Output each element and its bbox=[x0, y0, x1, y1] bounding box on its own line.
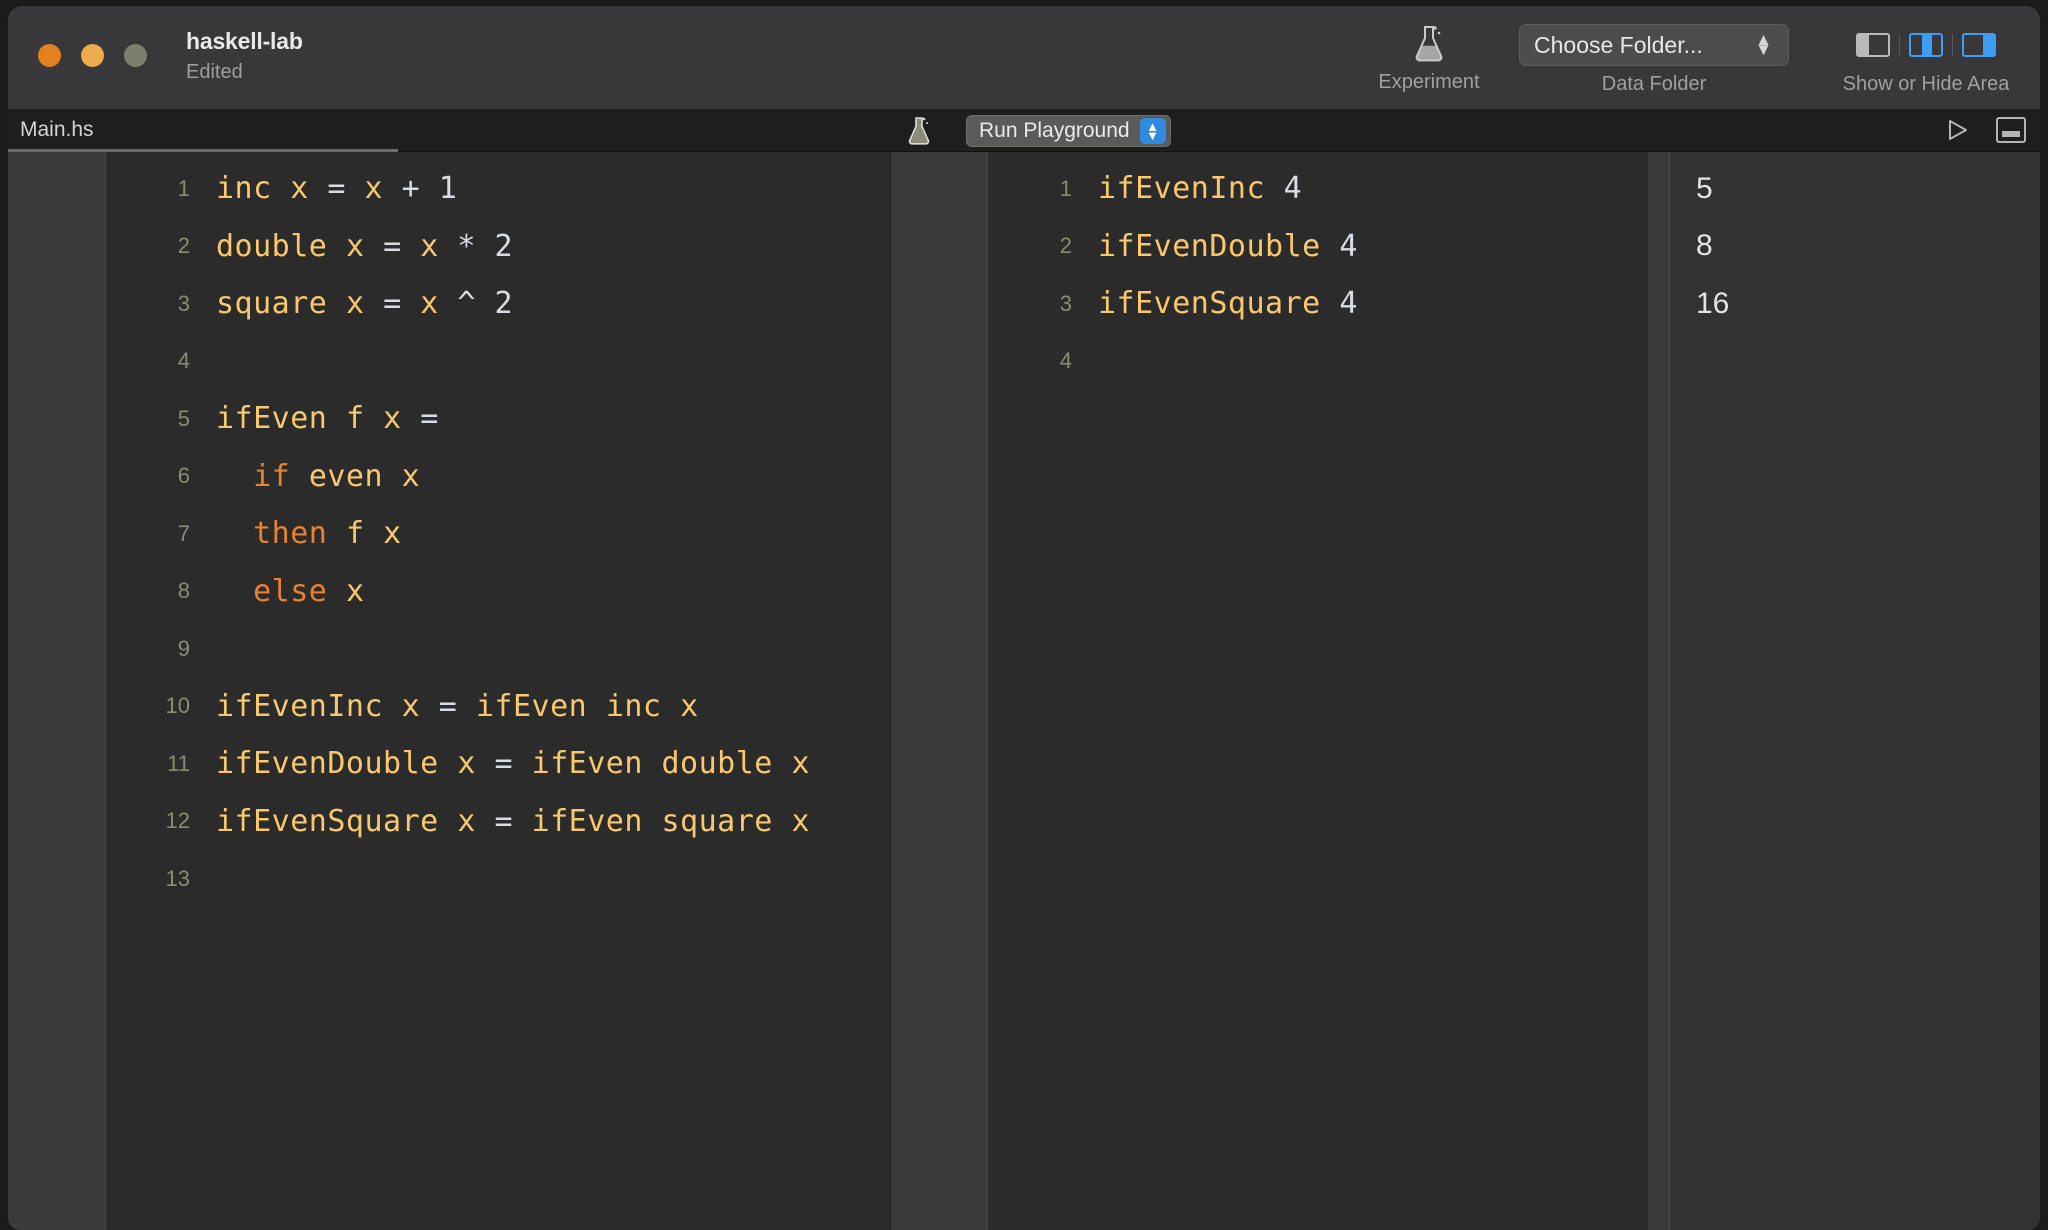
line-number: 3 bbox=[177, 290, 190, 316]
main-window: haskell-lab Edited Experiment Choose Fol… bbox=[8, 6, 2040, 1230]
title-bar: haskell-lab Edited Experiment Choose Fol… bbox=[8, 6, 2040, 110]
panel-toggle-segmented-control bbox=[1847, 24, 2005, 66]
choose-folder-label: Choose Folder... bbox=[1534, 31, 1703, 58]
code-line[interactable]: 10 ifEvenInc x = ifEven inc x bbox=[166, 678, 890, 736]
app-root: haskell-lab Edited Experiment Choose Fol… bbox=[0, 0, 2048, 1230]
results-pane: 5 8 16 bbox=[1670, 152, 2040, 1230]
right-panel-toggle[interactable] bbox=[1953, 24, 2005, 66]
code-line[interactable]: 4 bbox=[178, 333, 890, 391]
playground-gutter bbox=[890, 152, 988, 1230]
chevron-up-down-icon: ▲ ▼ bbox=[1755, 30, 1772, 59]
result-value bbox=[1670, 333, 2040, 391]
toolbar-show-hide-group: Show or Hide Area bbox=[1820, 24, 2032, 96]
line-number: 10 bbox=[165, 693, 190, 719]
panel-left-icon bbox=[1856, 33, 1890, 57]
source-editor-pane[interactable]: 1 inc x = x + 1 2 double x = x * 2 3 square x… bbox=[106, 152, 890, 1230]
toolbar-data-folder-group: Choose Folder... ▲ ▼ Data Folder bbox=[1516, 24, 1792, 96]
code-line[interactable]: 13 bbox=[166, 850, 890, 908]
line-number: 13 bbox=[165, 865, 190, 891]
results-gutter bbox=[1648, 152, 1670, 1230]
line-content: ifEvenDouble x = ifEven double x bbox=[216, 746, 810, 782]
results-list: 5 8 16 bbox=[1670, 152, 2040, 390]
code-line[interactable]: 3 square x = x ^ 2 bbox=[178, 275, 890, 333]
code-line[interactable]: 9 bbox=[178, 620, 890, 678]
document-title: haskell-lab bbox=[186, 28, 303, 54]
line-content: then f x bbox=[253, 516, 402, 552]
middle-panel-toggle[interactable] bbox=[1900, 24, 1952, 66]
line-number: 4 bbox=[177, 348, 190, 374]
tab-bar-right-controls bbox=[1944, 117, 2026, 143]
code-line[interactable]: 12 ifEvenSquare x = ifEven square x bbox=[166, 793, 890, 851]
line-number: 3 bbox=[1059, 290, 1072, 316]
close-window-button[interactable] bbox=[38, 44, 61, 67]
panel-middle-icon bbox=[1909, 33, 1943, 57]
source-line-list: 1 inc x = x + 1 2 double x = x * 2 3 square x… bbox=[106, 152, 890, 908]
line-content: ifEvenSquare x = ifEven square x bbox=[216, 803, 810, 839]
code-line[interactable]: 6 if even x bbox=[178, 448, 890, 506]
code-line[interactable]: 2 double x = x * 2 bbox=[178, 218, 890, 276]
line-content: ifEvenDouble 4 bbox=[1098, 228, 1358, 264]
minimize-window-button[interactable] bbox=[81, 44, 104, 67]
line-number: 5 bbox=[177, 405, 190, 431]
playground-pane[interactable]: 1 ifEvenInc 4 2 ifEvenDouble 4 3 ifEvenSquare… bbox=[988, 152, 1648, 1230]
code-line[interactable]: 11 ifEvenDouble x = ifEven double x bbox=[167, 735, 890, 793]
code-line[interactable]: 1 inc x = x + 1 bbox=[178, 160, 890, 218]
play-icon[interactable] bbox=[1944, 117, 1970, 143]
stepper-up-down-icon[interactable]: ▲ ▼ bbox=[1139, 118, 1166, 144]
panel-right-icon bbox=[1962, 33, 1996, 57]
code-line[interactable]: 4 bbox=[988, 333, 1648, 391]
line-number: 11 bbox=[167, 750, 190, 776]
result-value: 8 bbox=[1696, 229, 1713, 263]
code-line[interactable]: 5 ifEven f x = bbox=[178, 390, 890, 448]
line-number: 1 bbox=[177, 175, 190, 201]
document-edited-status: Edited bbox=[186, 60, 243, 83]
playground-line-list: 1 ifEvenInc 4 2 ifEvenDouble 4 3 ifEvenSquare… bbox=[988, 152, 1648, 390]
line-number: 9 bbox=[177, 635, 190, 661]
experiment-caption: Experiment bbox=[1378, 71, 1480, 93]
line-number: 12 bbox=[165, 808, 190, 834]
choose-folder-button[interactable]: Choose Folder... ▲ ▼ bbox=[1519, 24, 1789, 66]
zoom-window-button[interactable] bbox=[124, 44, 147, 67]
traffic-light-group bbox=[38, 44, 147, 67]
run-playground-button[interactable]: Run Playground ▲ ▼ bbox=[966, 115, 1171, 147]
line-number: 8 bbox=[177, 578, 190, 604]
left-panel-toggle[interactable] bbox=[1847, 24, 1899, 66]
result-value: 5 bbox=[1696, 171, 1713, 205]
line-number: 4 bbox=[1059, 348, 1072, 374]
line-content: ifEvenInc 4 bbox=[1098, 171, 1303, 207]
editor-gutter bbox=[8, 152, 106, 1230]
line-content: square x = x ^ 2 bbox=[216, 286, 513, 322]
line-number: 2 bbox=[177, 233, 190, 259]
line-content: inc x = x + 1 bbox=[216, 171, 458, 207]
line-content: ifEvenInc x = ifEven inc x bbox=[216, 688, 699, 724]
code-line[interactable]: 2 ifEvenDouble 4 bbox=[988, 218, 1648, 276]
code-line[interactable]: 7 then f x bbox=[178, 505, 890, 563]
run-playground-label: Run Playground bbox=[979, 119, 1130, 142]
result-value: 16 bbox=[1696, 286, 1730, 320]
source-code-area[interactable]: 1 inc x = x + 1 2 double x = x * 2 3 square x… bbox=[106, 152, 890, 1230]
line-number: 2 bbox=[1059, 233, 1072, 259]
code-line[interactable]: 3 ifEvenSquare 4 bbox=[988, 275, 1648, 333]
line-content: ifEvenSquare 4 bbox=[1098, 286, 1358, 322]
line-number: 7 bbox=[177, 520, 190, 546]
console-panel-icon[interactable] bbox=[1996, 117, 2026, 143]
editor-tab-bar: Main.hs Run Playground ▲ ▼ bbox=[8, 110, 2040, 152]
code-line[interactable]: 1 ifEvenInc 4 bbox=[988, 160, 1648, 218]
line-content: if even x bbox=[253, 458, 421, 494]
flask-icon bbox=[906, 116, 932, 146]
tab-label: Main.hs bbox=[20, 117, 94, 141]
line-number: 1 bbox=[1059, 175, 1072, 201]
tab-main-hs[interactable]: Main.hs bbox=[8, 110, 398, 152]
line-number: 6 bbox=[177, 463, 190, 489]
line-content: double x = x * 2 bbox=[216, 228, 513, 264]
toolbar-experiment-group[interactable]: Experiment bbox=[1370, 24, 1488, 94]
line-content: ifEven f x = bbox=[216, 401, 439, 437]
data-folder-caption: Data Folder bbox=[1601, 73, 1707, 95]
flask-icon bbox=[1412, 24, 1446, 64]
show-hide-area-caption: Show or Hide Area bbox=[1842, 73, 2010, 95]
code-line[interactable]: 8 else x bbox=[178, 563, 890, 621]
line-content: else x bbox=[253, 573, 365, 609]
editor-body: 1 inc x = x + 1 2 double x = x * 2 3 square x… bbox=[8, 152, 2040, 1230]
document-title-block: haskell-lab Edited bbox=[186, 28, 303, 84]
